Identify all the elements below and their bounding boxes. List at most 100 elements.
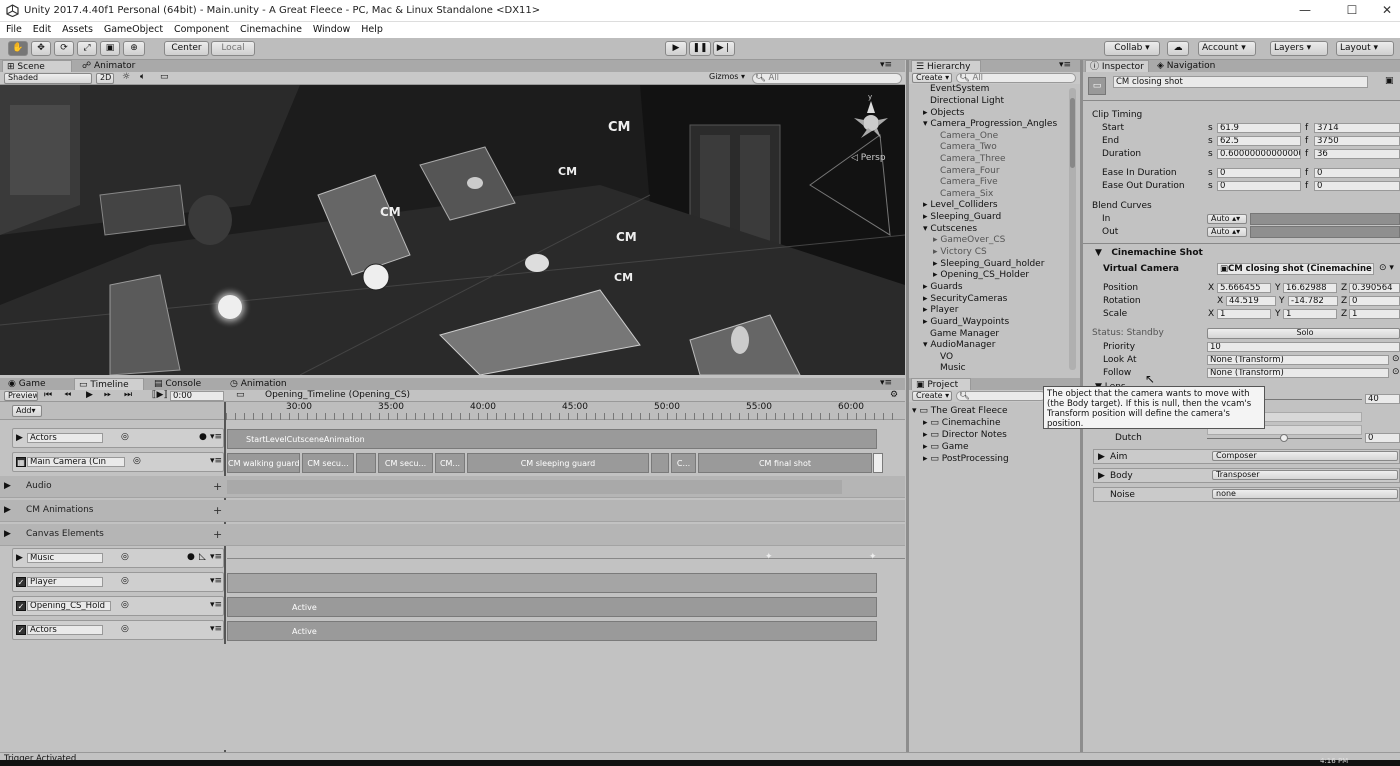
expand-icon[interactable]: ▶ <box>16 433 23 443</box>
rotation-y-field[interactable]: -14.782 <box>1288 296 1338 306</box>
pause-button[interactable]: ❚❚ <box>689 41 711 56</box>
rotate-tool-icon[interactable]: ⟳ <box>54 41 74 56</box>
tab-inspector[interactable]: ⓘ Inspector <box>1085 60 1149 72</box>
scale-x-field[interactable]: 1 <box>1217 309 1271 319</box>
clip[interactable]: StartLevelCutsceneAnimation <box>227 429 877 449</box>
tab-timeline[interactable]: ▭ Timeline <box>74 378 144 390</box>
menu-cinemachine[interactable]: Cinemachine <box>240 22 302 38</box>
timeline-asset-name[interactable]: Opening_Timeline (Opening_CS) <box>265 390 410 400</box>
record-icon[interactable]: ● <box>199 432 207 442</box>
start-seconds-field[interactable]: 61.9 <box>1217 123 1301 133</box>
move-tool-icon[interactable]: ✥ <box>31 41 51 56</box>
time-field[interactable]: 0:00 <box>170 391 224 401</box>
hierarchy-create-dropdown[interactable]: Create ▾ <box>912 73 952 83</box>
clip-blend[interactable] <box>356 453 376 473</box>
dutch-slider-thumb[interactable] <box>1280 434 1288 442</box>
hierarchy-item[interactable]: ▸ Opening_CS_Holder <box>933 270 1029 280</box>
hierarchy-item[interactable]: Camera_Two <box>940 142 997 152</box>
target-icon[interactable]: ◎ <box>133 456 141 466</box>
track-header[interactable]: ▦ Main Camera (Cin ◎ ▾≡ <box>12 452 224 472</box>
project-create-dropdown[interactable]: Create ▾ <box>912 391 952 401</box>
body-row[interactable]: ▶ Body Transposer <box>1093 468 1400 483</box>
track-menu-icon[interactable]: ▾≡ <box>210 600 222 610</box>
group-audio[interactable]: ▶ Audio + <box>0 476 905 498</box>
gizmos-dropdown[interactable]: Gizmos ▾ <box>706 73 746 84</box>
track-enable-checkbox[interactable]: ▦ <box>16 457 26 467</box>
add-track-button[interactable]: Add▾ <box>12 405 42 417</box>
scene-search-input[interactable]: 🔍︎ All <box>752 73 902 84</box>
maximize-button[interactable]: ☐ <box>1337 3 1367 19</box>
clip[interactable]: CM sleeping guard <box>467 453 649 473</box>
clip-selected[interactable] <box>873 453 883 473</box>
tab-console[interactable]: ▤ Console <box>150 378 205 390</box>
hierarchy-scrollbar[interactable] <box>1069 88 1076 370</box>
project-folder[interactable]: ▸ ▭ PostProcessing <box>923 454 1009 464</box>
project-root[interactable]: ▾ ▭ The Great Fleece <box>912 406 1008 416</box>
cm-marker[interactable]: CM <box>558 165 577 178</box>
expand-icon[interactable]: ▶ <box>4 481 11 491</box>
tab-navigation[interactable]: ◈ Navigation <box>1153 60 1219 72</box>
tab-hierarchy[interactable]: ☰ Hierarchy <box>911 60 981 72</box>
track-name-field[interactable]: Actors <box>27 433 103 443</box>
record-icon[interactable]: ● <box>187 552 195 562</box>
track-header[interactable]: ✓ Opening_CS_Hold ◎ ▾≡ <box>12 596 224 616</box>
target-icon[interactable]: ◎ <box>121 576 129 586</box>
hierarchy-search-input[interactable]: 🔍︎ All <box>956 73 1076 83</box>
timeline-empty-area[interactable] <box>0 644 905 750</box>
track-menu-icon[interactable]: ▾≡ <box>210 432 222 442</box>
hierarchy-item[interactable]: ▸ Level_Colliders <box>923 200 998 210</box>
hierarchy-item[interactable]: Camera_Six <box>940 189 993 199</box>
tab-animator[interactable]: ☍ Animator <box>78 60 139 72</box>
track-header[interactable]: ▶ Music ◎ ● ◺ ▾≡ <box>12 548 224 568</box>
position-y-field[interactable]: 16.62988 <box>1283 283 1337 293</box>
duration-frames-field[interactable]: 36 <box>1314 149 1400 159</box>
aim-dropdown[interactable]: Composer <box>1212 451 1398 461</box>
clip[interactable]: CM secu... <box>378 453 433 473</box>
ease-out-frames-field[interactable]: 0 <box>1314 181 1400 191</box>
tab-game[interactable]: ◉ Game <box>4 378 50 390</box>
hierarchy-item[interactable]: ▸ Sleeping_Guard <box>923 212 1001 222</box>
pivot-center-button[interactable]: Center <box>164 41 209 56</box>
clip[interactable] <box>227 573 877 593</box>
track-name-field[interactable]: Music <box>27 553 103 563</box>
fov-field[interactable]: 40 <box>1365 394 1400 404</box>
add-icon[interactable]: + <box>213 528 222 541</box>
blend-out-dropdown[interactable]: Auto ▴▾ <box>1207 227 1247 237</box>
scene-gizmo-icon[interactable]: y <box>846 93 896 148</box>
menu-assets[interactable]: Assets <box>62 22 93 38</box>
tab-project[interactable]: ▣ Project <box>911 378 971 390</box>
target-icon[interactable]: ◎ <box>121 432 129 442</box>
clip[interactable]: Active <box>227 597 877 617</box>
expand-icon[interactable]: ▶ <box>4 529 11 539</box>
ease-in-frames-field[interactable]: 0 <box>1314 168 1400 178</box>
project-folder[interactable]: ▸ ▭ Director Notes <box>923 430 1007 440</box>
clip-blend[interactable] <box>651 453 669 473</box>
object-picker-icon[interactable]: ⊙ ▾ <box>1379 263 1394 273</box>
layers-dropdown[interactable]: Layers ▾ <box>1270 41 1328 56</box>
hierarchy-item[interactable]: Camera_Five <box>940 177 998 187</box>
object-picker-icon[interactable]: ⊙ <box>1392 367 1400 377</box>
cloud-icon[interactable]: ☁ <box>1167 41 1189 56</box>
hierarchy-item[interactable]: Camera_Four <box>940 166 1000 176</box>
track-name-field[interactable]: Player <box>27 577 103 587</box>
start-frames-field[interactable]: 3714 <box>1314 123 1400 133</box>
noise-dropdown[interactable]: none <box>1212 489 1398 499</box>
step-button[interactable]: ▶❘ <box>713 41 735 56</box>
lighting-icon[interactable]: ☼ <box>122 72 130 82</box>
body-dropdown[interactable]: Transposer <box>1212 470 1398 480</box>
group-cm-animations[interactable]: ▶ CM Animations + <box>0 500 905 522</box>
blend-in-curve[interactable] <box>1250 213 1400 225</box>
hierarchy-item[interactable]: VO <box>940 352 953 362</box>
object-picker-icon[interactable]: ⊙ <box>1392 354 1400 364</box>
menu-gameobject[interactable]: GameObject <box>104 22 163 38</box>
track-menu-icon[interactable]: ▾≡ <box>210 576 222 586</box>
minimize-button[interactable]: — <box>1290 3 1320 19</box>
curve-icon[interactable]: ◺ <box>199 552 206 562</box>
aim-row[interactable]: ▶ Aim Composer <box>1093 449 1400 464</box>
tab-animation[interactable]: ◷ Animation <box>226 378 291 390</box>
ease-out-seconds-field[interactable]: 0 <box>1217 181 1301 191</box>
menu-edit[interactable]: Edit <box>33 22 51 38</box>
timeline-settings-icon[interactable]: ⚙ <box>890 390 898 400</box>
help-icon[interactable]: ▣ <box>1385 76 1394 86</box>
lookat-field[interactable]: None (Transform) <box>1207 355 1389 365</box>
